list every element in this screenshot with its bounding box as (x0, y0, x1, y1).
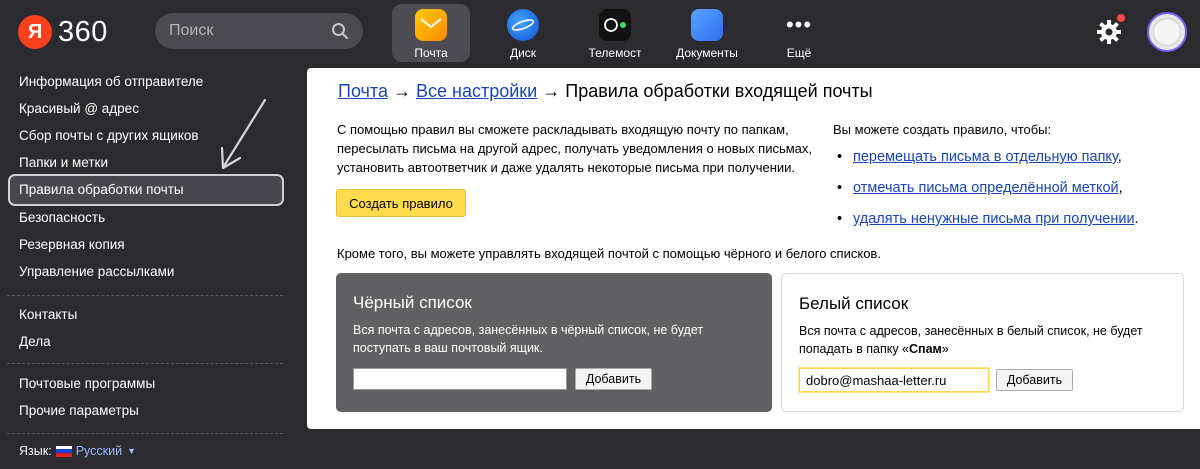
breadcrumb-separator: → (393, 81, 411, 101)
app-more-label: Ещё (786, 46, 812, 60)
rules-intro-text: С помощью правил вы сможете раскладывать… (337, 122, 813, 175)
gear-icon[interactable] (1096, 19, 1122, 45)
spam-folder-name: Спам (909, 342, 942, 356)
language-value[interactable]: Русский (76, 444, 122, 458)
sidebar-item-subscriptions[interactable]: Управление рассылками (19, 264, 174, 279)
sidebar-item-security[interactable]: Безопасность (19, 210, 105, 225)
avatar-image (1153, 18, 1181, 46)
rule-options: Вы можете создать правило, чтобы: переме… (833, 120, 1193, 241)
search-icon[interactable] (331, 22, 349, 40)
russia-flag-icon (55, 445, 72, 457)
black-list-email-input[interactable] (353, 368, 567, 390)
mark-with-label-link[interactable]: отмечать письма определённой меткой (853, 180, 1119, 196)
breadcrumb-all-settings-link[interactable]: Все настройки (416, 81, 537, 101)
sidebar-item-tasks[interactable]: Дела (19, 334, 51, 349)
white-list-email-input[interactable] (799, 368, 989, 392)
yandex-logo-icon: Я (18, 15, 52, 49)
logo-text: 360 (58, 15, 108, 48)
link-punctuation: , (1118, 180, 1123, 196)
black-list-add-button[interactable]: Добавить (575, 368, 652, 390)
app-mail-label: Почта (414, 46, 448, 60)
rule-options-list: перемещать письма в отдельную папку, отм… (833, 148, 1193, 241)
black-list-description: Вся почта с адресов, занесённых в чёрный… (353, 323, 704, 355)
app-mail[interactable]: Почта (392, 4, 470, 62)
docs-icon (691, 9, 723, 41)
delete-unwanted-link[interactable]: удалять ненужные письма при получении (853, 211, 1135, 227)
pointer-arrow-icon (220, 98, 267, 170)
language-label: Язык: (19, 444, 52, 458)
rule-options-lead: Вы можете создать правило, чтобы: (833, 122, 1052, 137)
top-header: Я 360 Почта Диск Телемост (0, 0, 1200, 66)
mail-icon (415, 9, 447, 41)
sidebar-item-contacts[interactable]: Контакты (19, 307, 77, 322)
create-rule-button[interactable]: Создать правило (336, 189, 466, 217)
search-input[interactable] (169, 22, 319, 40)
app-more[interactable]: ••• Ещё (760, 4, 838, 62)
list-item: удалять ненужные письма при получении. (833, 210, 1193, 241)
sidebar-item-mail-programs[interactable]: Почтовые программы (19, 376, 155, 391)
white-list-add-button[interactable]: Добавить (996, 369, 1073, 391)
more-icon: ••• (785, 12, 813, 37)
black-list-panel: Чёрный список Вся почта с адресов, занес… (336, 273, 772, 412)
page-title: Правила обработки входящей почты (565, 81, 873, 101)
breadcrumb-mail-link[interactable]: Почта (338, 81, 388, 101)
disk-icon (507, 9, 539, 41)
sidebar-item-other-params[interactable]: Прочие параметры (19, 403, 139, 418)
link-punctuation: . (1134, 211, 1139, 227)
sidebar-divider (7, 295, 283, 296)
app-docs[interactable]: Документы (668, 4, 746, 62)
app-telemost[interactable]: Телемост (576, 4, 654, 62)
white-list-panel: Белый список Вся почта с адресов, занесё… (781, 273, 1184, 412)
sidebar-item-folders-labels[interactable]: Папки и метки (19, 155, 108, 170)
sidebar-item-backup[interactable]: Резервная копия (19, 237, 125, 252)
white-list-description: Вся почта с адресов, занесённых в белый … (799, 322, 1179, 358)
link-punctuation: , (1117, 149, 1122, 165)
breadcrumb-separator: → (542, 81, 561, 101)
black-list-title: Чёрный список (353, 293, 472, 312)
white-list-desc-end: » (941, 342, 949, 356)
search-box[interactable] (155, 13, 363, 49)
sidebar-divider (7, 433, 283, 434)
sidebar-item-mail-collector[interactable]: Сбор почты с других ящиков (19, 128, 199, 143)
apps-bar: Почта Диск Телемост Документы ••• Ещё (392, 4, 852, 62)
lists-intro-text: Кроме того, вы можете управлять входящей… (337, 246, 881, 261)
app-docs-label: Документы (676, 46, 738, 60)
sidebar-item-sender-info[interactable]: Информация об отправителе (19, 74, 203, 89)
app-telemost-label: Телемост (588, 46, 642, 60)
white-list-title: Белый список (799, 294, 909, 313)
avatar[interactable] (1147, 12, 1187, 52)
yandex-360-logo[interactable]: Я 360 (18, 15, 108, 49)
notification-dot (1117, 14, 1125, 22)
app-disk[interactable]: Диск (484, 4, 562, 62)
list-item: перемещать письма в отдельную папку, (833, 148, 1193, 179)
move-to-folder-link[interactable]: перемещать письма в отдельную папку (853, 149, 1118, 165)
sidebar-divider (7, 363, 283, 364)
white-list-desc-text: Вся почта с адресов, занесённых в белый … (799, 324, 1143, 356)
chevron-down-icon: ▼ (127, 446, 136, 456)
sidebar-item-mail-rules[interactable]: Правила обработки почты (19, 182, 184, 197)
telemost-icon (599, 9, 631, 41)
sidebar-item-beautiful-address[interactable]: Красивый @ адрес (19, 101, 139, 116)
breadcrumb: Почта → Все настройки → Правила обработк… (338, 81, 873, 102)
language-selector[interactable]: Язык: Русский ▼ (19, 444, 136, 458)
settings-main-panel: Почта → Все настройки → Правила обработк… (307, 68, 1200, 429)
list-item: отмечать письма определённой меткой, (833, 179, 1193, 210)
app-disk-label: Диск (509, 46, 537, 60)
